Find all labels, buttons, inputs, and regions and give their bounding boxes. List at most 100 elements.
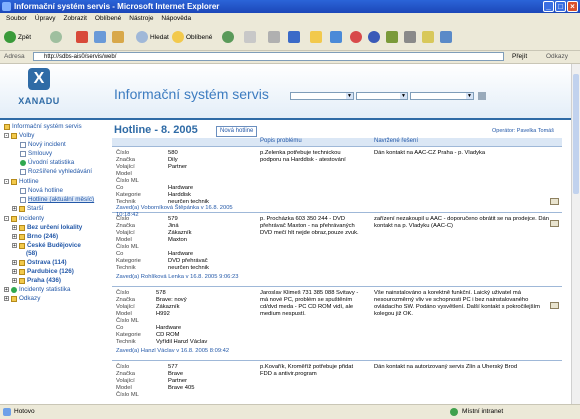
vertical-scrollbar[interactable] <box>571 64 580 404</box>
expand-icon: + <box>12 234 17 240</box>
statistics-icon <box>20 159 26 166</box>
maximize-button[interactable]: □ <box>555 1 566 12</box>
tool-button[interactable] <box>404 30 416 44</box>
search-button[interactable]: Hledat <box>136 30 169 44</box>
media-icon <box>222 31 234 43</box>
col-desc-header: Popis problému <box>260 138 302 144</box>
tree-odkazy[interactable]: + Odkazy <box>4 295 40 302</box>
go-button[interactable]: Přejít <box>512 53 527 60</box>
star-icon <box>172 31 184 43</box>
header-search-icon[interactable] <box>478 92 486 100</box>
back-arrow-icon <box>4 31 16 43</box>
messenger-button[interactable] <box>350 30 362 44</box>
table-row: Číslo 580 Značka Dily Volající Partner Mode… <box>112 148 562 218</box>
document-icon <box>20 196 26 203</box>
menu-help[interactable]: Nápověda <box>161 13 191 24</box>
statistics-icon <box>11 286 17 293</box>
proposed-solution: Dán kontakt na AAC-CZ Praha - p. Vladyka <box>374 150 486 156</box>
folder-icon <box>19 259 25 266</box>
new-hotline-button[interactable]: Nová hotline <box>216 126 258 137</box>
table-row: Číslo 578 Značka Brave: nový Volající Zákaz… <box>112 288 562 361</box>
tree-inc-bez-lokality[interactable]: + Bez určení lokality <box>12 224 82 231</box>
document-icon <box>20 150 26 157</box>
tree-volby[interactable]: - Volby <box>4 132 34 139</box>
tree-hotline[interactable]: - Hotline <box>4 178 39 185</box>
address-label: Adresa <box>4 53 25 60</box>
scrollbar-thumb[interactable] <box>573 74 579 194</box>
folder-icon <box>19 268 25 275</box>
problem-description: Jaroslav Klimeš 731 385 088 Svitavy - má… <box>260 290 359 317</box>
header-select-2[interactable]: ▼ <box>356 92 408 100</box>
tree-uvodni-statistika[interactable]: Úvodní statistika <box>20 159 74 166</box>
edit-record-icon[interactable] <box>550 198 559 205</box>
menu-favorites[interactable]: Oblíbené <box>95 13 121 24</box>
menu-tools[interactable]: Nástroje <box>129 13 153 24</box>
forward-button[interactable] <box>50 30 62 44</box>
forward-arrow-icon <box>50 31 62 43</box>
main-panel: Hotline - 8. 2005 Nová hotline Operátor:… <box>112 120 570 404</box>
edit-record-icon[interactable] <box>550 220 559 227</box>
problem-description: p.Zelenka potřebuje technickou podporu n… <box>260 150 346 163</box>
discuss-button[interactable] <box>330 30 342 44</box>
tree-hotline-aktualni[interactable]: Hotline (aktuální měsíc) <box>20 196 95 203</box>
edit-record-icon[interactable] <box>550 302 559 309</box>
refresh-button[interactable] <box>94 30 106 44</box>
tree-rozsirene-vyhledavani[interactable]: Rozšířené vyhledávání <box>20 168 92 175</box>
expand-icon: + <box>12 225 17 231</box>
folder-icon <box>19 242 25 249</box>
print-button[interactable] <box>268 30 280 44</box>
menu-view[interactable]: Zobrazit <box>63 13 86 24</box>
research-button[interactable] <box>386 30 398 44</box>
notes-button[interactable] <box>422 30 434 44</box>
word-button[interactable] <box>288 30 300 44</box>
tree-inc-pardubice[interactable]: + Pardubice (126) <box>12 268 74 275</box>
tree-novy-incident[interactable]: Nový incident <box>20 141 66 148</box>
folder-icon <box>19 277 25 284</box>
folder-icon <box>11 295 17 302</box>
page-content: X XANADU Informační systém servis ▼ ▼ ▼ … <box>0 64 580 404</box>
media-button[interactable] <box>222 30 234 44</box>
menu-edit[interactable]: Úpravy <box>35 13 56 24</box>
expand-icon: + <box>12 269 17 275</box>
tree-inc-cb-count: (58) <box>26 250 38 257</box>
history-button[interactable] <box>440 30 452 44</box>
address-input[interactable]: http://sdbs-ais0/servis/web/ <box>33 52 504 61</box>
folder-button[interactable] <box>310 30 322 44</box>
proposed-solution: Dán kontakt na autorizovaný servis Zlín … <box>374 364 518 370</box>
links-button[interactable]: Odkazy <box>546 53 568 60</box>
favorites-button[interactable]: Oblíbené <box>172 30 212 44</box>
discuss-icon <box>330 31 342 43</box>
header-select-3[interactable]: ▼ <box>410 92 474 100</box>
document-icon <box>20 187 26 194</box>
folder-icon <box>19 205 25 212</box>
tree-incidenty-statistika[interactable]: + Incidenty statistika <box>4 286 70 293</box>
tree-incidenty[interactable]: - Incidenty <box>4 215 44 222</box>
tree-inc-ostrava[interactable]: + Ostrava (114) <box>12 259 67 266</box>
tree-root[interactable]: Informační systém servis <box>4 123 82 130</box>
expand-icon: + <box>4 287 9 293</box>
back-button[interactable]: Zpět <box>4 30 31 44</box>
menu-file[interactable]: Soubor <box>6 13 27 24</box>
app-title: Informační systém servis <box>114 86 269 102</box>
sidebar-tree: Informační systém servis - Volby Nový inc… <box>0 120 96 404</box>
mail-button[interactable] <box>244 30 256 44</box>
tree-starsi[interactable]: + Starší <box>12 205 43 212</box>
tree-nova-hotline[interactable]: Nová hotline <box>20 187 63 194</box>
tree-inc-brno[interactable]: + Brno (246) <box>12 233 58 240</box>
tree-inc-ceske-budejovice[interactable]: + České Budějovice <box>12 242 81 249</box>
tree-inc-praha[interactable]: + Praha (436) <box>12 277 61 284</box>
dropdown-arrow-icon: ▼ <box>400 93 407 99</box>
table-row: Číslo 577 Značka Brave Volající Partner Mod… <box>112 362 562 404</box>
tree-smlouvy[interactable]: Smlouvy <box>20 150 52 157</box>
close-button[interactable]: × <box>567 1 578 12</box>
bluetooth-button[interactable] <box>368 30 380 44</box>
tool-icon <box>404 31 416 43</box>
logo-text: XANADU <box>18 96 60 106</box>
table-header: Popis problému Navržené řešení <box>112 138 562 147</box>
stop-button[interactable] <box>76 30 88 44</box>
research-icon <box>386 31 398 43</box>
minimize-button[interactable]: _ <box>543 1 554 12</box>
app-header: X XANADU Informační systém servis ▼ ▼ ▼ <box>0 64 572 120</box>
home-button[interactable] <box>112 30 124 44</box>
header-select-1[interactable]: ▼ <box>290 92 354 100</box>
